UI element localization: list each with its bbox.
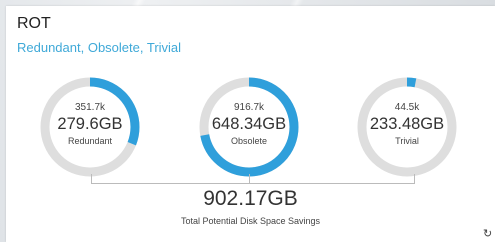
donut-redundant[interactable]: 351.7k 279.6GB Redundant — [39, 76, 141, 178]
obsolete-count: 916.7k — [233, 102, 265, 113]
rot-card: ROT Redundant, Obsolete, Trivial 351.7k … — [6, 6, 495, 242]
redundant-label: Redundant — [67, 136, 113, 146]
redundant-count: 351.7k — [74, 102, 106, 113]
card-title: ROT — [17, 15, 51, 32]
total-bracket-center-tick — [249, 174, 250, 183]
trivial-label: Trivial — [395, 136, 419, 146]
donut-trivial[interactable]: 44.5k 233.48GB Trivial — [356, 76, 458, 178]
total-bracket — [91, 174, 415, 184]
total-savings-value: 902.17GB — [203, 187, 298, 210]
donut-obsolete[interactable]: 916.7k 648.34GB Obsolete — [198, 76, 300, 178]
card-subtitle: Redundant, Obsolete, Trivial — [17, 40, 182, 55]
refresh-icon[interactable]: ↻ — [483, 229, 493, 240]
trivial-count: 44.5k — [394, 102, 420, 113]
total-savings-label: Total Potential Disk Space Savings — [180, 216, 321, 226]
obsolete-label: Obsolete — [230, 136, 268, 146]
obsolete-size: 648.34GB — [211, 115, 287, 133]
trivial-size: 233.48GB — [369, 115, 445, 133]
redundant-size: 279.6GB — [57, 115, 123, 133]
